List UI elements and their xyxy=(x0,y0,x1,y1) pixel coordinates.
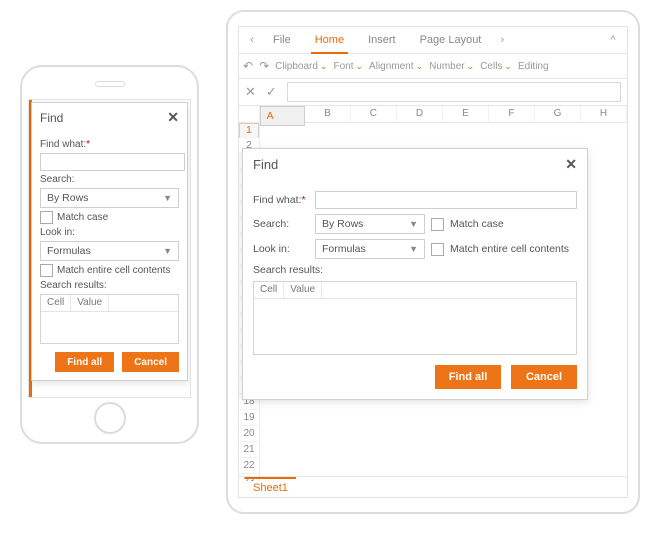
row-header[interactable]: 21 xyxy=(239,442,259,458)
match-entire-checkbox[interactable] xyxy=(40,264,53,277)
col-header[interactable]: D xyxy=(397,106,443,122)
phone-screen: Find ✕ Find what:* Search: By Rows ▼ xyxy=(28,99,191,398)
results-col-value: Value xyxy=(284,282,322,298)
formula-input[interactable] xyxy=(287,82,621,102)
tool-cells[interactable]: Cells⌄ xyxy=(480,61,512,72)
col-header[interactable]: G xyxy=(535,106,581,122)
redo-icon[interactable]: ↷ xyxy=(259,59,269,73)
chevron-down-icon: ▼ xyxy=(409,219,418,229)
close-icon[interactable]: ✕ xyxy=(167,109,179,126)
search-value: By Rows xyxy=(322,218,363,230)
tab-home[interactable]: Home xyxy=(303,27,356,53)
phone-home-button[interactable] xyxy=(94,402,126,434)
results-col-cell: Cell xyxy=(41,295,71,311)
tool-number[interactable]: Number⌄ xyxy=(429,61,474,72)
chevron-down-icon: ⌄ xyxy=(504,61,512,72)
phone-speaker xyxy=(95,81,125,87)
cancel-button[interactable]: Cancel xyxy=(122,352,179,372)
search-results-label: Search results: xyxy=(253,264,323,276)
search-dropdown[interactable]: By Rows ▼ xyxy=(315,214,425,234)
phone-frame: Find ✕ Find what:* Search: By Rows ▼ xyxy=(20,65,199,444)
tool-editing[interactable]: Editing xyxy=(518,61,549,72)
sheet-tabs: Sheet1 xyxy=(239,476,627,497)
find-dialog-phone: Find ✕ Find what:* Search: By Rows ▼ xyxy=(31,102,188,381)
find-what-label: Find what:* xyxy=(40,139,90,150)
row-header[interactable]: 19 xyxy=(239,410,259,426)
dialog-title: Find xyxy=(253,157,278,172)
tablet-frame: ‹ File Home Insert Page Layout › ^ ↶ ↷ C… xyxy=(226,10,640,514)
close-icon[interactable]: ✕ xyxy=(565,156,577,173)
search-results-box: Cell Value xyxy=(40,294,179,344)
match-case-label: Match case xyxy=(57,212,108,223)
find-what-input[interactable] xyxy=(315,191,577,209)
search-label: Search: xyxy=(40,174,74,185)
col-header[interactable]: H xyxy=(581,106,627,122)
row-header[interactable]: 1 xyxy=(239,123,259,138)
tabs-next-icon[interactable]: › xyxy=(493,34,511,46)
tab-insert[interactable]: Insert xyxy=(356,27,408,53)
match-entire-checkbox[interactable] xyxy=(431,243,444,256)
search-results-box: Cell Value xyxy=(253,281,577,355)
formula-cancel-icon[interactable]: ✕ xyxy=(245,84,256,100)
match-case-checkbox[interactable] xyxy=(431,218,444,231)
lookin-value: Formulas xyxy=(322,243,366,255)
formula-accept-icon[interactable]: ✓ xyxy=(266,84,277,100)
row-header[interactable]: 22 xyxy=(239,458,259,474)
chevron-down-icon: ⌄ xyxy=(320,61,328,72)
grid-area[interactable]: 1234567891011121314151617181920212223242… xyxy=(239,123,627,481)
column-headers: A B C D E F G H xyxy=(239,106,627,123)
find-dialog-tablet: Find ✕ Find what:* Search: By Rows ▼ xyxy=(242,148,588,400)
match-case-checkbox[interactable] xyxy=(40,211,53,224)
find-what-input[interactable] xyxy=(40,153,185,171)
cancel-button[interactable]: Cancel xyxy=(511,365,577,389)
tablet-screen: ‹ File Home Insert Page Layout › ^ ↶ ↷ C… xyxy=(238,26,628,498)
col-header[interactable]: C xyxy=(351,106,397,122)
chevron-down-icon: ▼ xyxy=(409,244,418,254)
undo-icon[interactable]: ↶ xyxy=(243,59,253,73)
match-entire-label: Match entire cell contents xyxy=(450,243,569,255)
tab-page-layout[interactable]: Page Layout xyxy=(408,27,494,53)
ribbon-tabs: ‹ File Home Insert Page Layout › ^ xyxy=(239,27,627,54)
row-header[interactable]: 20 xyxy=(239,426,259,442)
chevron-down-icon: ▼ xyxy=(163,246,172,256)
lookin-label: Look in: xyxy=(253,243,309,255)
results-col-cell: Cell xyxy=(254,282,284,298)
find-what-label: Find what:* xyxy=(253,194,309,206)
find-all-button[interactable]: Find all xyxy=(435,365,501,389)
match-entire-label: Match entire cell contents xyxy=(57,265,170,276)
lookin-dropdown[interactable]: Formulas ▼ xyxy=(40,241,179,261)
find-all-button[interactable]: Find all xyxy=(55,352,114,372)
tool-alignment[interactable]: Alignment⌄ xyxy=(369,61,423,72)
lookin-label: Look in: xyxy=(40,227,75,238)
chevron-down-icon: ▼ xyxy=(163,193,172,203)
formula-bar: ✕ ✓ xyxy=(239,79,627,106)
col-header[interactable]: E xyxy=(443,106,489,122)
lookin-dropdown[interactable]: Formulas ▼ xyxy=(315,239,425,259)
col-header[interactable]: F xyxy=(489,106,535,122)
results-col-value: Value xyxy=(71,295,109,311)
chevron-down-icon: ⌄ xyxy=(416,61,424,72)
tool-clipboard[interactable]: Clipboard⌄ xyxy=(275,61,327,72)
search-results-label: Search results: xyxy=(40,280,107,291)
dialog-title: Find xyxy=(40,111,63,125)
col-header[interactable]: B xyxy=(305,106,351,122)
tabs-prev-icon[interactable]: ‹ xyxy=(243,34,261,46)
ribbon-toolbar: ↶ ↷ Clipboard⌄ Font⌄ Alignment⌄ Number⌄ … xyxy=(239,54,627,79)
chevron-down-icon: ⌄ xyxy=(356,61,364,72)
sheet-tab[interactable]: Sheet1 xyxy=(245,477,296,497)
search-dropdown[interactable]: By Rows ▼ xyxy=(40,188,179,208)
search-value: By Rows xyxy=(47,192,88,204)
match-case-label: Match case xyxy=(450,218,504,230)
search-label: Search: xyxy=(253,218,309,230)
ribbon-collapse-icon[interactable]: ^ xyxy=(603,34,623,46)
chevron-down-icon: ⌄ xyxy=(467,61,475,72)
tool-font[interactable]: Font⌄ xyxy=(333,61,363,72)
lookin-value: Formulas xyxy=(47,245,91,257)
tab-file[interactable]: File xyxy=(261,27,303,53)
